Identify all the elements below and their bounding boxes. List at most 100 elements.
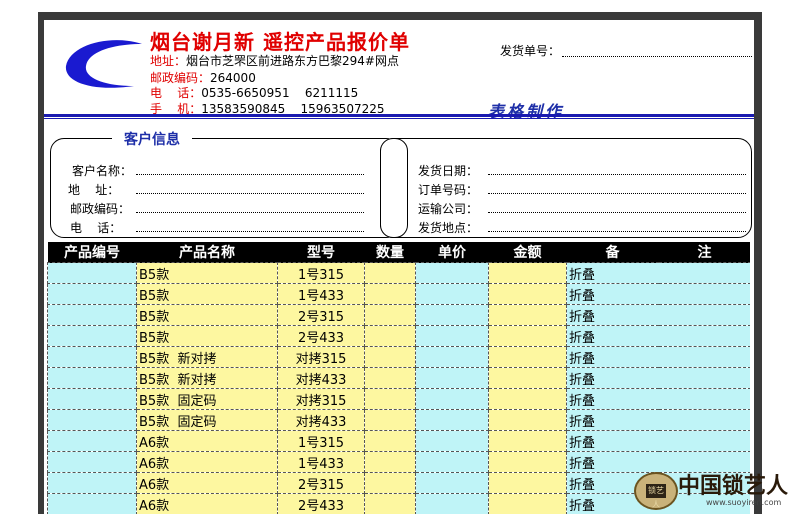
cell-note[interactable]: 折叠: [566, 388, 750, 410]
watermark-text: 中国锁艺人: [678, 473, 788, 499]
cell-amount[interactable]: [488, 472, 567, 494]
ship-place-field[interactable]: [488, 231, 746, 232]
cell-unit-price[interactable]: [415, 388, 489, 410]
cell-unit-price[interactable]: [415, 472, 489, 494]
cell-quantity[interactable]: [364, 283, 416, 305]
customer-postcode-field[interactable]: [136, 212, 364, 213]
cell-quantity[interactable]: [364, 262, 416, 284]
cell-amount[interactable]: [488, 262, 567, 284]
table-row: B5款 新对拷 对拷315 折叠: [47, 346, 750, 368]
cell-product-no[interactable]: [47, 472, 137, 494]
cell-quantity[interactable]: [364, 430, 416, 452]
cell-product-name[interactable]: A6款: [136, 493, 278, 514]
cell-amount[interactable]: [488, 367, 567, 389]
ship-number-field[interactable]: [562, 56, 752, 57]
cell-model[interactable]: 2号433: [277, 493, 365, 514]
cell-product-name[interactable]: B5款 固定码: [136, 388, 278, 410]
cell-model[interactable]: 1号433: [277, 283, 365, 305]
cell-unit-price[interactable]: [415, 451, 489, 473]
cell-unit-price[interactable]: [415, 262, 489, 284]
cell-unit-price[interactable]: [415, 367, 489, 389]
cell-model[interactable]: 1号315: [277, 430, 365, 452]
cell-product-name[interactable]: B5款 新对拷: [136, 346, 278, 368]
col-header-amount: 金额: [488, 242, 567, 263]
cell-unit-price[interactable]: [415, 493, 489, 514]
cell-model[interactable]: 对拷433: [277, 409, 365, 431]
cell-quantity[interactable]: [364, 325, 416, 347]
cell-amount[interactable]: [488, 493, 567, 514]
phone-value: 0535-6650951 6211115: [201, 86, 359, 100]
cell-model[interactable]: 2号315: [277, 304, 365, 326]
cell-note[interactable]: 折叠: [566, 325, 750, 347]
cell-note[interactable]: 折叠: [566, 262, 750, 284]
cell-quantity[interactable]: [364, 388, 416, 410]
cell-quantity[interactable]: [364, 472, 416, 494]
cell-amount[interactable]: [488, 325, 567, 347]
cell-product-name[interactable]: B5款 新对拷: [136, 367, 278, 389]
cell-product-name[interactable]: B5款: [136, 325, 278, 347]
cell-quantity[interactable]: [364, 451, 416, 473]
customer-phone-field[interactable]: [136, 231, 364, 232]
cell-model[interactable]: 2号433: [277, 325, 365, 347]
cell-product-no[interactable]: [47, 304, 137, 326]
cell-product-name[interactable]: B5款: [136, 283, 278, 305]
cell-note[interactable]: 折叠: [566, 346, 750, 368]
cell-unit-price[interactable]: [415, 304, 489, 326]
cell-product-no[interactable]: [47, 262, 137, 284]
cell-amount[interactable]: [488, 304, 567, 326]
cell-product-name[interactable]: B5款: [136, 262, 278, 284]
ship-date-label: 发货日期：: [418, 164, 479, 178]
cell-product-name[interactable]: A6款: [136, 451, 278, 473]
cell-product-name[interactable]: B5款: [136, 304, 278, 326]
cell-product-no[interactable]: [47, 493, 137, 514]
cell-quantity[interactable]: [364, 409, 416, 431]
cell-product-name[interactable]: B5款 固定码: [136, 409, 278, 431]
cell-quantity[interactable]: [364, 304, 416, 326]
cell-amount[interactable]: [488, 283, 567, 305]
table-row: B5款 2号433 折叠: [47, 325, 750, 347]
cell-product-no[interactable]: [47, 409, 137, 431]
cell-product-no[interactable]: [47, 346, 137, 368]
cell-quantity[interactable]: [364, 493, 416, 514]
table-header-row: 产品编号 产品名称 型号 数量 单价 金额 备 注: [47, 242, 750, 263]
cell-amount[interactable]: [488, 388, 567, 410]
order-number-field[interactable]: [488, 193, 746, 194]
cell-product-no[interactable]: [47, 388, 137, 410]
watermark-badge-text: 锁艺人: [646, 484, 666, 509]
table-row: A6款 1号315 折叠: [47, 430, 750, 452]
customer-address-field[interactable]: [136, 193, 364, 194]
cell-product-name[interactable]: A6款: [136, 472, 278, 494]
cell-product-no[interactable]: [47, 367, 137, 389]
cell-note[interactable]: 折叠: [566, 367, 750, 389]
cell-unit-price[interactable]: [415, 283, 489, 305]
cell-note[interactable]: 折叠: [566, 430, 750, 452]
cell-note[interactable]: 折叠: [566, 304, 750, 326]
customer-name-field[interactable]: [136, 174, 364, 175]
cell-note[interactable]: 折叠: [566, 409, 750, 431]
cell-unit-price[interactable]: [415, 325, 489, 347]
page-title: 烟台谢月新 遥控产品报价单: [150, 30, 410, 54]
cell-product-no[interactable]: [47, 325, 137, 347]
cell-unit-price[interactable]: [415, 430, 489, 452]
cell-note[interactable]: 折叠: [566, 283, 750, 305]
cell-product-name[interactable]: A6款: [136, 430, 278, 452]
cell-unit-price[interactable]: [415, 409, 489, 431]
carrier-field[interactable]: [488, 212, 746, 213]
cell-model[interactable]: 对拷315: [277, 388, 365, 410]
cell-product-no[interactable]: [47, 430, 137, 452]
cell-amount[interactable]: [488, 409, 567, 431]
cell-amount[interactable]: [488, 346, 567, 368]
cell-product-no[interactable]: [47, 451, 137, 473]
cell-amount[interactable]: [488, 451, 567, 473]
cell-model[interactable]: 1号433: [277, 451, 365, 473]
cell-quantity[interactable]: [364, 367, 416, 389]
cell-model[interactable]: 2号315: [277, 472, 365, 494]
ship-date-field[interactable]: [488, 174, 746, 175]
cell-product-no[interactable]: [47, 283, 137, 305]
cell-unit-price[interactable]: [415, 346, 489, 368]
cell-quantity[interactable]: [364, 346, 416, 368]
cell-model[interactable]: 1号315: [277, 262, 365, 284]
cell-model[interactable]: 对拷315: [277, 346, 365, 368]
cell-amount[interactable]: [488, 430, 567, 452]
cell-model[interactable]: 对拷433: [277, 367, 365, 389]
